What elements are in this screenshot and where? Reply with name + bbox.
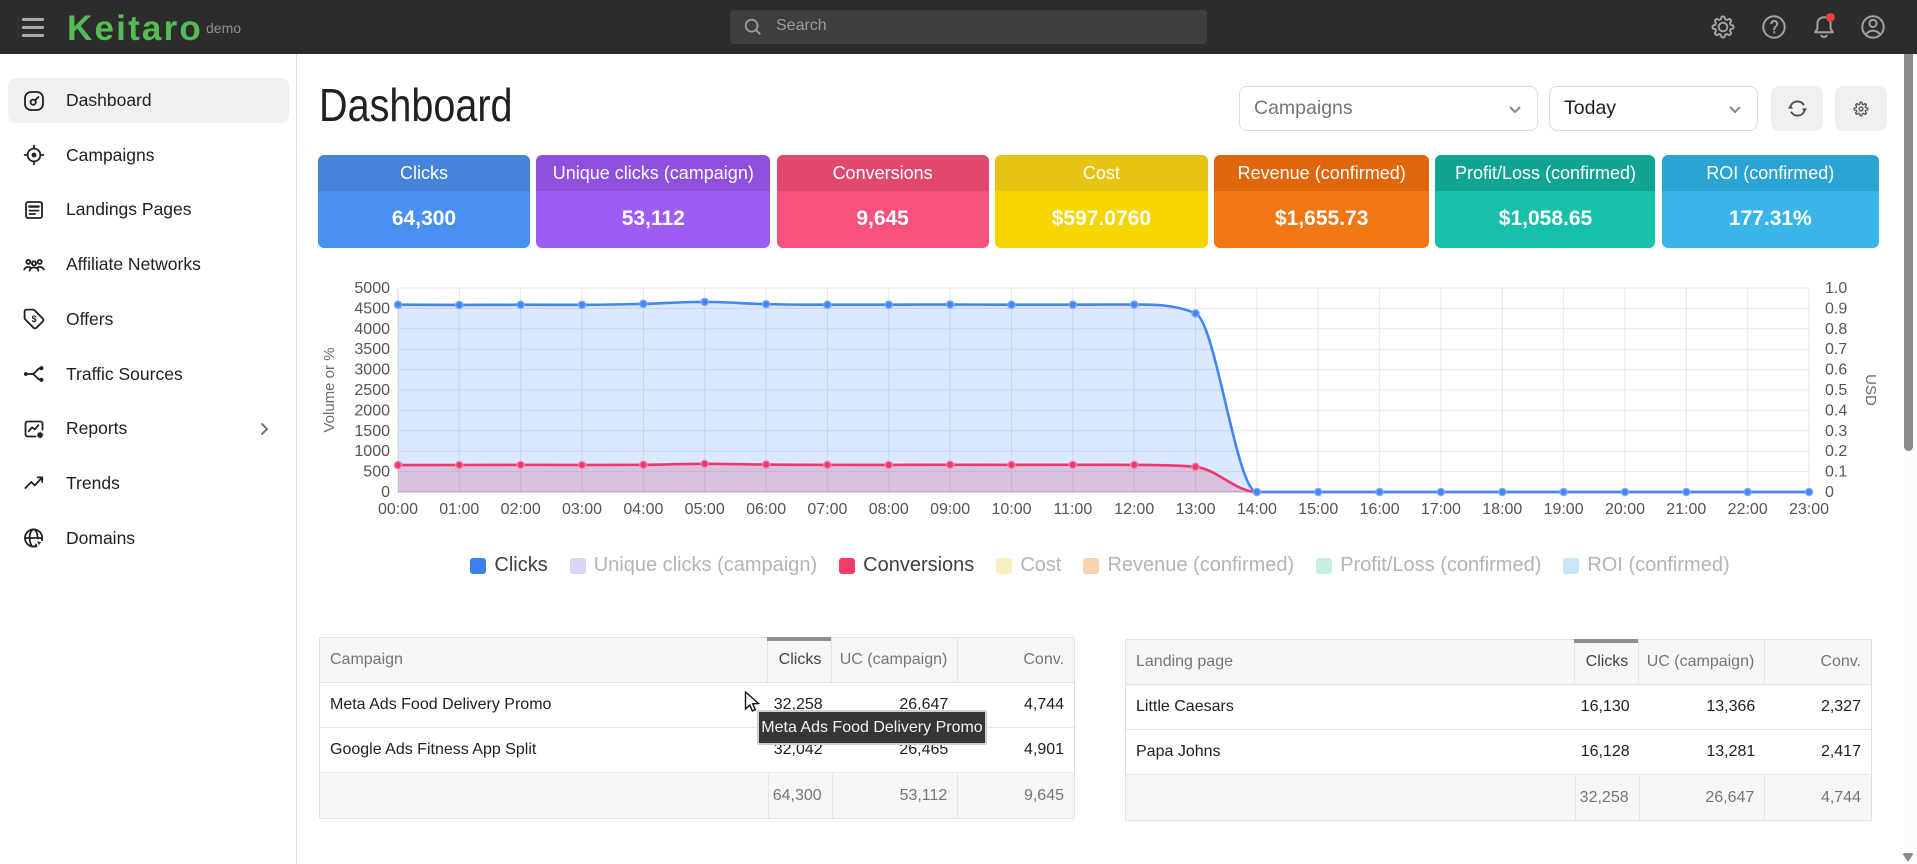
svg-text:23:00: 23:00 [1789, 501, 1829, 518]
svg-text:3500: 3500 [354, 341, 390, 358]
svg-text:07:00: 07:00 [807, 501, 847, 518]
svg-text:5000: 5000 [354, 280, 390, 297]
svg-text:01:00: 01:00 [439, 501, 479, 518]
svg-text:04:00: 04:00 [623, 501, 663, 518]
svg-text:0: 0 [381, 484, 390, 501]
svg-text:4500: 4500 [354, 300, 390, 317]
svg-text:500: 500 [363, 464, 390, 481]
svg-text:$: $ [32, 314, 37, 324]
svg-text:0.8: 0.8 [1825, 321, 1847, 338]
svg-text:19:00: 19:00 [1544, 501, 1584, 518]
svg-text:22:00: 22:00 [1728, 501, 1768, 518]
svg-text:1500: 1500 [354, 423, 390, 440]
svg-text:21:00: 21:00 [1666, 501, 1706, 518]
svg-text:0.6: 0.6 [1825, 362, 1847, 379]
svg-text:0.7: 0.7 [1825, 341, 1847, 358]
svg-text:09:00: 09:00 [930, 501, 970, 518]
svg-text:0.3: 0.3 [1825, 423, 1847, 440]
svg-text:16:00: 16:00 [1360, 501, 1400, 518]
svg-text:02:00: 02:00 [501, 501, 541, 518]
svg-text:08:00: 08:00 [869, 501, 909, 518]
svg-text:3000: 3000 [354, 362, 390, 379]
svg-text:2500: 2500 [354, 382, 390, 399]
svg-text:0.5: 0.5 [1825, 382, 1847, 399]
svg-text:15:00: 15:00 [1298, 501, 1338, 518]
svg-text:06:00: 06:00 [746, 501, 786, 518]
svg-text:12:00: 12:00 [1114, 501, 1154, 518]
svg-text:1000: 1000 [354, 443, 390, 460]
svg-text:1.0: 1.0 [1825, 280, 1847, 297]
svg-text:10:00: 10:00 [991, 501, 1031, 518]
svg-text:0.2: 0.2 [1825, 443, 1847, 460]
svg-text:0: 0 [1825, 484, 1834, 501]
svg-text:0.9: 0.9 [1825, 300, 1847, 317]
svg-text:20:00: 20:00 [1605, 501, 1645, 518]
svg-text:17:00: 17:00 [1421, 501, 1461, 518]
svg-text:18:00: 18:00 [1482, 501, 1522, 518]
svg-text:0.4: 0.4 [1825, 402, 1847, 419]
svg-text:11:00: 11:00 [1053, 501, 1092, 518]
svg-text:00:00: 00:00 [378, 501, 418, 518]
svg-text:14:00: 14:00 [1237, 501, 1277, 518]
svg-text:4000: 4000 [354, 321, 390, 338]
svg-text:2000: 2000 [354, 402, 390, 419]
svg-text:13:00: 13:00 [1175, 501, 1215, 518]
svg-text:03:00: 03:00 [562, 501, 602, 518]
svg-text:05:00: 05:00 [685, 501, 725, 518]
svg-text:0.1: 0.1 [1825, 464, 1847, 481]
svg-text:USD: USD [1862, 374, 1879, 406]
svg-text:Volume or %: Volume or % [321, 347, 338, 432]
